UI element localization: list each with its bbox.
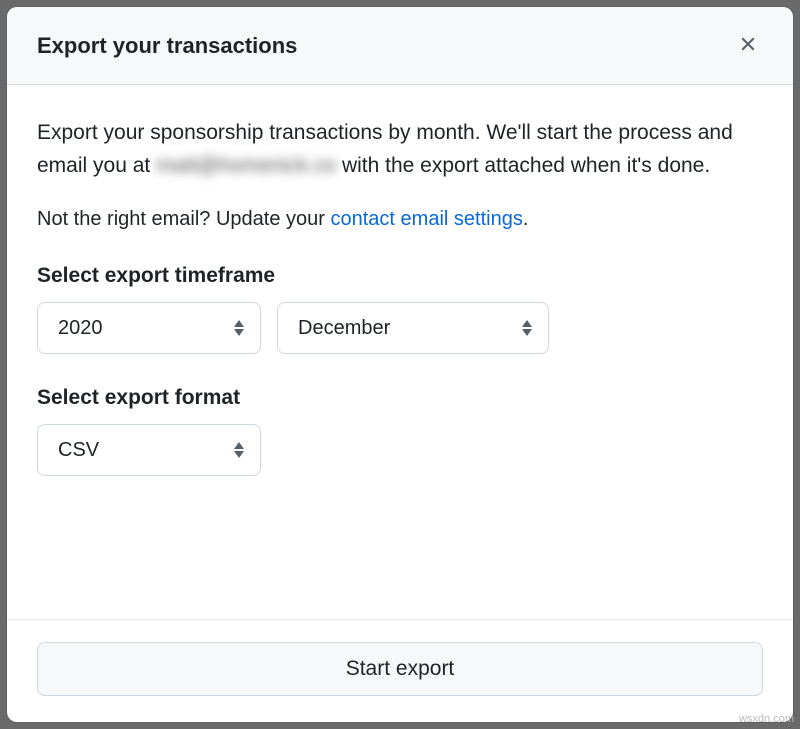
watermark: wsxdn.com bbox=[739, 713, 794, 725]
modal-header: Export your transactions bbox=[7, 7, 793, 85]
month-select-value: December bbox=[298, 317, 390, 340]
format-label: Select export format bbox=[37, 386, 763, 410]
description-suffix: with the export attached when it's done. bbox=[336, 154, 710, 177]
chevron-up-down-icon bbox=[234, 442, 244, 458]
modal-body: Export your sponsorship transactions by … bbox=[7, 85, 793, 619]
timeframe-label: Select export timeframe bbox=[37, 264, 763, 288]
month-select[interactable]: December bbox=[277, 302, 549, 354]
export-description: Export your sponsorship transactions by … bbox=[37, 117, 763, 182]
format-select-value: CSV bbox=[58, 439, 99, 462]
close-button[interactable] bbox=[733, 29, 763, 62]
close-icon bbox=[737, 33, 759, 58]
chevron-up-down-icon bbox=[522, 320, 532, 336]
contact-email-settings-link[interactable]: contact email settings bbox=[331, 208, 523, 230]
export-transactions-modal: Export your transactions Export your spo… bbox=[7, 7, 793, 722]
format-select[interactable]: CSV bbox=[37, 424, 261, 476]
email-hint-suffix: . bbox=[523, 208, 529, 230]
chevron-up-down-icon bbox=[234, 320, 244, 336]
timeframe-select-row: 2020 December bbox=[37, 302, 763, 354]
email-hint-prefix: Not the right email? Update your bbox=[37, 208, 331, 230]
redacted-email: matt@homenick.co bbox=[156, 150, 336, 183]
year-select-value: 2020 bbox=[58, 317, 103, 340]
modal-footer: Start export bbox=[7, 619, 793, 722]
email-hint: Not the right email? Update your contact… bbox=[37, 204, 763, 234]
start-export-button[interactable]: Start export bbox=[37, 642, 763, 696]
modal-title: Export your transactions bbox=[37, 33, 297, 59]
year-select[interactable]: 2020 bbox=[37, 302, 261, 354]
